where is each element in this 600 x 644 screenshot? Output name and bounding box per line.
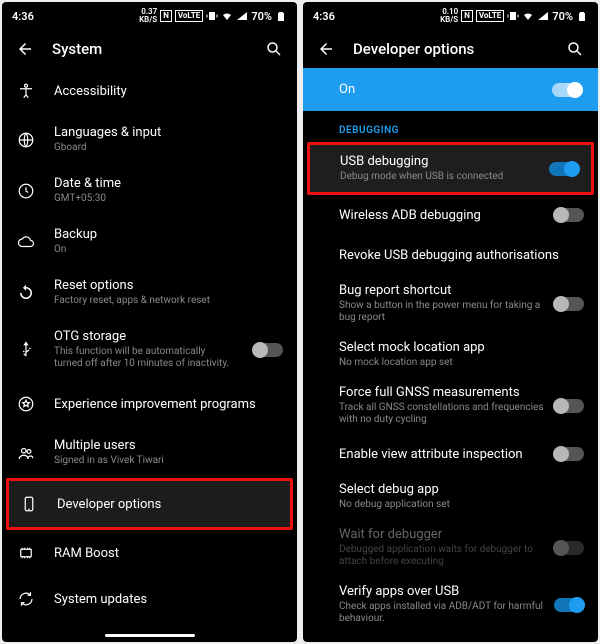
status-net-speed: 0.37KB/S — [139, 8, 157, 24]
nfc-icon: N — [160, 10, 172, 22]
status-net-speed: 0.10KB/S — [440, 8, 458, 24]
app-bar: Developer options — [303, 26, 598, 68]
gesture-nav-bar[interactable] — [2, 628, 297, 642]
volte-icon: VoLTE — [175, 10, 203, 22]
wifi-icon — [522, 10, 534, 22]
back-icon[interactable] — [317, 40, 335, 58]
item-otg[interactable]: OTG storageThis function will be automat… — [2, 318, 297, 381]
item-bugreport[interactable]: Bug report shortcutShow a button in the … — [303, 275, 598, 332]
wifi-icon — [221, 10, 233, 22]
status-bar: 4:36 0.37KB/S N VoLTE 70% — [2, 2, 297, 26]
viewattr-toggle[interactable] — [554, 447, 584, 461]
status-bar: 4:36 0.10KB/S N VoLTE 70% — [303, 2, 598, 26]
accessibility-icon — [17, 82, 35, 100]
clock-icon — [17, 182, 35, 200]
wireless-adb-toggle[interactable] — [554, 208, 584, 222]
item-multiusers[interactable]: Multiple usersSigned in as Vivek Tiwari — [2, 427, 297, 478]
status-time: 4:36 — [12, 10, 34, 23]
vibrate-icon — [206, 10, 218, 22]
devoptions-list: USB debuggingDebug mode when USB is conn… — [303, 142, 598, 642]
item-datetime[interactable]: Date & timeGMT+05:30 — [2, 165, 297, 216]
phone-system-settings: 4:36 0.37KB/S N VoLTE 70% System Accessi… — [2, 2, 297, 642]
item-mocklocation[interactable]: Select mock location appNo mock location… — [303, 332, 598, 377]
search-icon[interactable] — [566, 40, 584, 58]
item-accessibility[interactable]: Accessibility — [2, 68, 297, 114]
cloud-icon — [17, 233, 35, 251]
volte-icon: VoLTE — [476, 10, 504, 22]
item-revoke-auth[interactable]: Revoke USB debugging authorisations — [303, 235, 598, 275]
verifyusb-toggle[interactable] — [554, 598, 584, 612]
item-languages[interactable]: Languages & inputGboard — [2, 114, 297, 165]
page-title: System — [52, 40, 247, 58]
item-gnss[interactable]: Force full GNSS measurementsTrack all GN… — [303, 377, 598, 434]
status-battery-pct: 70% — [251, 10, 272, 23]
globe-icon — [17, 131, 35, 149]
item-verifyusb[interactable]: Verify apps over USBCheck apps installed… — [303, 576, 598, 633]
page-title: Developer options — [353, 40, 548, 58]
waitdebugger-toggle — [554, 541, 584, 555]
users-icon — [17, 444, 35, 462]
bugreport-toggle[interactable] — [554, 297, 584, 311]
item-reset[interactable]: Reset optionsFactory reset, apps & netwo… — [2, 267, 297, 318]
usb-debugging-toggle[interactable] — [549, 162, 579, 176]
status-battery-pct: 70% — [552, 10, 573, 23]
item-experience[interactable]: Experience improvement programs — [2, 381, 297, 427]
gnss-toggle[interactable] — [554, 399, 584, 413]
master-toggle[interactable] — [552, 83, 582, 97]
item-viewattr[interactable]: Enable view attribute inspection — [303, 434, 598, 474]
settings-list: Accessibility Languages & inputGboard Da… — [2, 68, 297, 628]
status-time: 4:36 — [313, 10, 335, 23]
item-waitdebugger: Wait for debuggerDebugged application wa… — [303, 519, 598, 576]
signal-icon — [236, 10, 248, 22]
phone-developer-options: 4:36 0.10KB/S N VoLTE 70% Developer opti… — [303, 2, 598, 642]
app-bar: System — [2, 26, 297, 68]
otg-toggle[interactable] — [253, 343, 283, 357]
master-toggle-bar[interactable]: On — [303, 68, 598, 111]
item-debugapp[interactable]: Select debug appNo debug application set — [303, 474, 598, 519]
signal-icon — [537, 10, 549, 22]
nfc-icon: N — [461, 10, 473, 22]
battery-icon — [576, 10, 588, 22]
item-ramboost[interactable]: RAM Boost — [2, 530, 297, 576]
phone-icon — [20, 495, 38, 513]
item-sysupdates[interactable]: System updates — [2, 576, 297, 622]
back-icon[interactable] — [16, 40, 34, 58]
item-usb-debugging[interactable]: USB debuggingDebug mode when USB is conn… — [310, 145, 591, 192]
highlight-developer-options: Developer options — [6, 478, 293, 530]
item-developer-options[interactable]: Developer options — [9, 481, 290, 527]
star-circle-icon — [17, 395, 35, 413]
section-debugging: DEBUGGING — [303, 111, 598, 142]
battery-icon — [275, 10, 287, 22]
ram-icon — [17, 544, 35, 562]
vibrate-icon — [507, 10, 519, 22]
reset-icon — [17, 284, 35, 302]
item-backup[interactable]: BackupOn — [2, 216, 297, 267]
highlight-usb-debugging: USB debuggingDebug mode when USB is conn… — [307, 142, 594, 195]
update-icon — [17, 590, 35, 608]
usb-icon — [17, 341, 35, 359]
search-icon[interactable] — [265, 40, 283, 58]
item-wireless-adb[interactable]: Wireless ADB debugging — [303, 195, 598, 235]
